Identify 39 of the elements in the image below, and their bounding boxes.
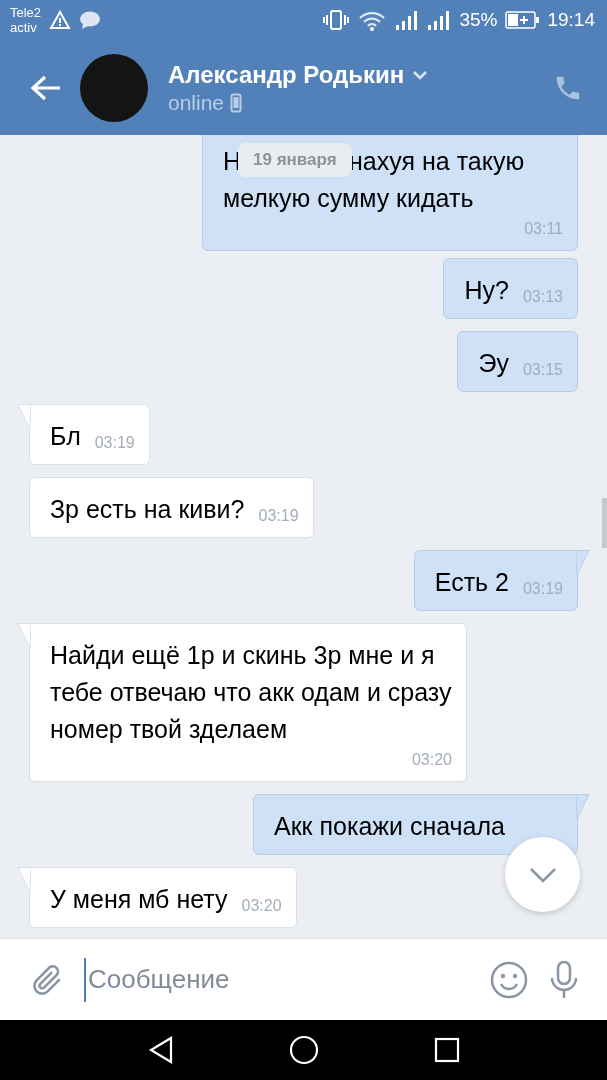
vibrate-icon — [323, 9, 350, 31]
message-text: Найди ещё 1р и скинь 3р мне и я тебе отвечаю что акк одам и сразу номер твой зделаем — [50, 640, 452, 745]
message-text: Акк покажи сначала — [273, 811, 505, 842]
contact-name[interactable]: Александр Родькин — [168, 60, 405, 89]
message-time: 03:13 — [521, 287, 563, 307]
message-time: 03:19 — [521, 579, 563, 599]
message-time: 03:19 — [93, 433, 135, 453]
message-composer[interactable]: Сообщение — [0, 938, 607, 1020]
message-text: Зр есть на киви? — [50, 494, 245, 525]
microphone-icon[interactable] — [549, 959, 579, 1000]
clock: 19:14 — [547, 9, 595, 31]
message-text: У меня мб нету — [50, 884, 228, 915]
message-time: 03:20 — [240, 896, 282, 916]
battery-icon — [505, 11, 540, 29]
phone-icon — [230, 92, 243, 113]
message-text: нахуя на такую — [349, 146, 525, 177]
message-text: Бл — [50, 421, 81, 452]
recents-icon[interactable] — [433, 1037, 460, 1063]
date-badge: 19 января — [238, 143, 352, 177]
message-time: 03:19 — [257, 506, 299, 526]
message-time: 03:20 — [410, 750, 452, 770]
signal-icon — [395, 10, 420, 30]
message-text: мелкую сумму кидать — [223, 183, 475, 214]
chat-icon — [79, 10, 102, 30]
home-icon[interactable] — [288, 1035, 319, 1065]
smiley-icon[interactable] — [489, 959, 529, 1000]
carrier-name: activ — [10, 20, 38, 35]
message-time: 03:15 — [521, 360, 563, 380]
battery-percent: 35% — [459, 9, 498, 31]
warning-icon — [49, 10, 72, 30]
message-text: Эу — [478, 348, 509, 379]
signal-icon — [427, 10, 452, 30]
back-icon[interactable] — [147, 1036, 174, 1064]
message-text: Есть 2 — [434, 567, 509, 598]
chevron-down-icon[interactable] — [528, 866, 557, 883]
carrier-name: Tele2 — [10, 5, 42, 20]
message-text: Ну? — [464, 275, 509, 306]
message-time: 03:11 — [523, 219, 563, 239]
online-status: online — [168, 90, 225, 115]
